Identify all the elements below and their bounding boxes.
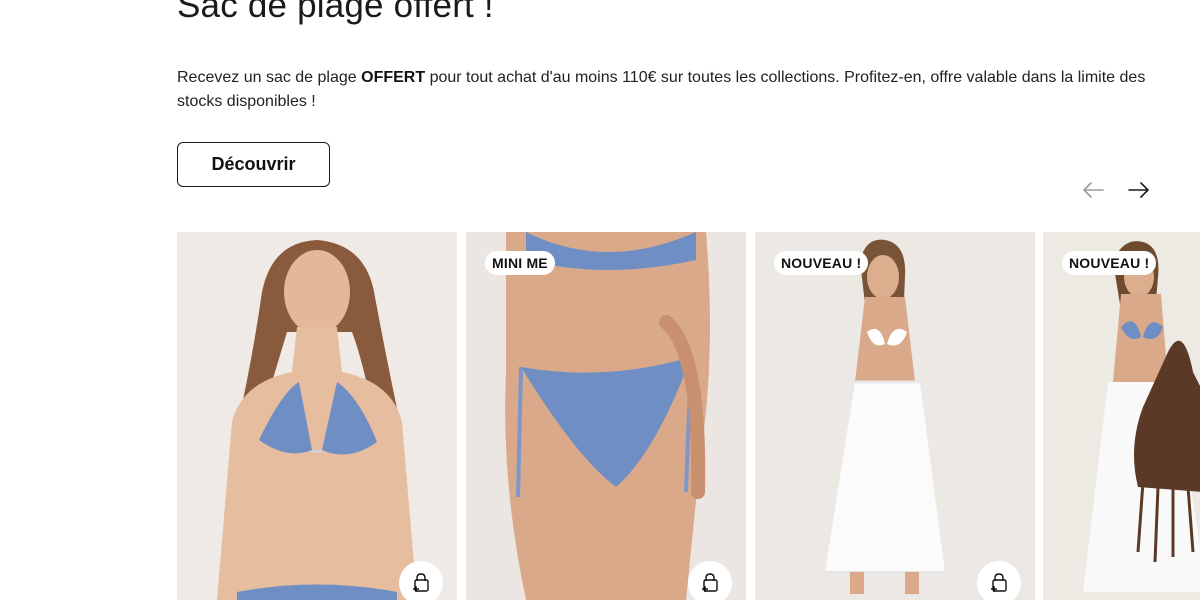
- add-to-bag-button[interactable]: [977, 561, 1021, 600]
- promo-text-highlight: OFFERT: [361, 69, 426, 86]
- product-image: [177, 232, 457, 600]
- product-card[interactable]: [177, 232, 457, 600]
- product-card[interactable]: NOUVEAU !: [755, 232, 1035, 600]
- product-badge: MINI ME: [485, 251, 555, 275]
- arrow-right-icon: [1128, 182, 1149, 198]
- product-card[interactable]: MINI ME: [466, 232, 746, 600]
- add-to-bag-icon: [702, 573, 718, 592]
- carousel-prev-button[interactable]: [1078, 175, 1108, 205]
- promo-text-start: Recevez un sac de plage: [177, 69, 362, 86]
- add-to-bag-icon: [991, 573, 1007, 592]
- add-to-bag-button[interactable]: [688, 561, 732, 600]
- arrow-left-icon: [1083, 182, 1104, 198]
- page-title: Sac de plage offert !: [177, 0, 494, 25]
- discover-button[interactable]: Découvrir: [177, 142, 330, 187]
- product-image: [466, 232, 746, 600]
- product-image: [755, 232, 1035, 600]
- product-badge: NOUVEAU !: [774, 251, 869, 275]
- promo-text: Recevez un sac de plage OFFERT pour tout…: [177, 66, 1167, 114]
- product-image: [1043, 232, 1200, 600]
- product-badge: NOUVEAU !: [1062, 251, 1157, 275]
- add-to-bag-button[interactable]: [399, 561, 443, 600]
- add-to-bag-icon: [413, 573, 429, 592]
- product-card[interactable]: NOUVEAU !: [1043, 232, 1200, 600]
- carousel-next-button[interactable]: [1124, 175, 1154, 205]
